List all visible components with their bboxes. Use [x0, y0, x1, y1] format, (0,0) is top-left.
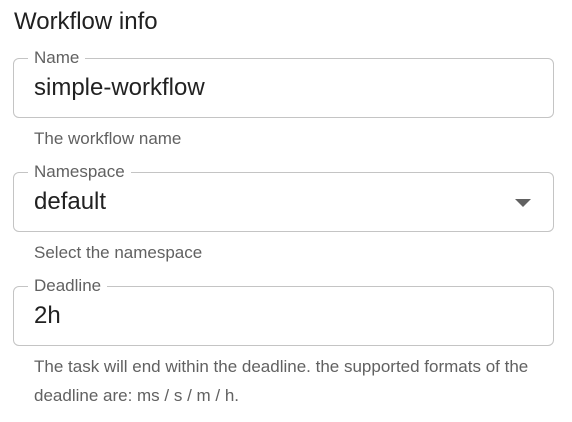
section-title: Workflow info: [14, 8, 158, 35]
namespace-selected-value[interactable]: default: [34, 187, 106, 217]
deadline-helper-text: The task will end within the deadline. t…: [34, 357, 529, 405]
name-label: Name: [28, 46, 86, 70]
namespace-helper-text: Select the namespace: [34, 243, 203, 262]
name-field[interactable]: Name simple-workflow: [13, 46, 554, 118]
chevron-down-icon[interactable]: [515, 199, 531, 207]
name-input[interactable]: simple-workflow: [34, 73, 205, 103]
deadline-field[interactable]: Deadline 2h: [13, 274, 554, 346]
deadline-label: Deadline: [28, 274, 108, 298]
name-helper-text: The workflow name: [34, 129, 182, 148]
namespace-select[interactable]: Namespace default: [13, 160, 554, 232]
deadline-input[interactable]: 2h: [34, 301, 61, 331]
namespace-label: Namespace: [28, 160, 131, 184]
